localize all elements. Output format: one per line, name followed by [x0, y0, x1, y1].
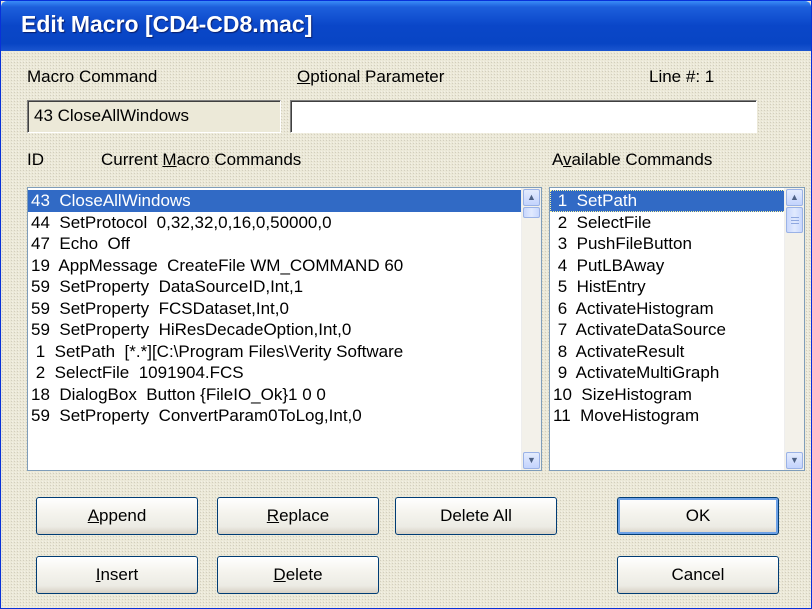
current-macro-commands-label: Current Macro Commands	[101, 150, 302, 169]
current-macro-command-item[interactable]: 1 SetPath [*.*][C:\Program Files\Verity …	[28, 341, 541, 363]
available-command-item[interactable]: 4 PutLBAway	[550, 255, 804, 277]
macro-command-value: 43 CloseAllWindows	[34, 106, 189, 125]
available-command-item[interactable]: 3 PushFileButton	[550, 233, 804, 255]
current-macro-command-item[interactable]: 19 AppMessage CreateFile WM_COMMAND 60	[28, 255, 541, 277]
available-command-item[interactable]: 9 ActivateMultiGraph	[550, 362, 804, 384]
available-command-item[interactable]: 1 SetPath	[550, 190, 804, 212]
scroll-up-arrow-icon[interactable]: ▲	[786, 189, 803, 206]
available-command-item[interactable]: 11 MoveHistogram	[550, 405, 804, 427]
current-macro-command-item[interactable]: 2 SelectFile 1091904.FCS	[28, 362, 541, 384]
ok-button[interactable]: OK	[617, 497, 779, 535]
current-macro-command-item[interactable]: 47 Echo Off	[28, 233, 541, 255]
optional-parameter-input[interactable]	[290, 100, 757, 133]
available-list-scrollbar[interactable]: ▲ ▼	[784, 188, 804, 470]
available-command-item[interactable]: 6 ActivateHistogram	[550, 298, 804, 320]
current-macro-command-item[interactable]: 43 CloseAllWindows	[28, 190, 541, 212]
title-bar[interactable]: Edit Macro [CD4-CD8.mac]	[1, 1, 811, 51]
line-number-label: Line #: 1	[649, 67, 715, 86]
scroll-down-arrow-icon[interactable]: ▼	[523, 452, 540, 469]
current-macro-command-item[interactable]: 59 SetProperty DataSourceID,Int,1	[28, 276, 541, 298]
current-macro-command-item[interactable]: 59 SetProperty HiResDecadeOption,Int,0	[28, 319, 541, 341]
current-macro-commands-list[interactable]: 43 CloseAllWindows 44 SetProtocol 0,32,32…	[27, 187, 542, 471]
available-command-item[interactable]: 10 SizeHistogram	[550, 384, 804, 406]
current-macro-command-item[interactable]: 18 DialogBox Button {FileIO_Ok}1 0 0	[28, 384, 541, 406]
id-column-label: ID	[27, 150, 44, 169]
current-list-scrollbar[interactable]: ▲ ▼	[521, 188, 541, 470]
current-macro-command-item[interactable]: 59 SetProperty FCSDataset,Int,0	[28, 298, 541, 320]
available-command-item[interactable]: 7 ActivateDataSource	[550, 319, 804, 341]
optional-parameter-label: Optional Parameter	[297, 67, 445, 86]
macro-command-field: 43 CloseAllWindows	[27, 100, 281, 133]
append-button[interactable]: Append	[36, 497, 198, 535]
edit-macro-dialog: Edit Macro [CD4-CD8.mac] Macro Command O…	[0, 0, 812, 609]
current-macro-commands-items: 43 CloseAllWindows 44 SetProtocol 0,32,32…	[28, 188, 541, 427]
scroll-down-arrow-icon[interactable]: ▼	[786, 452, 803, 469]
available-command-item[interactable]: 8 ActivateResult	[550, 341, 804, 363]
delete-all-button[interactable]: Delete All	[395, 497, 557, 535]
available-command-item[interactable]: 5 HistEntry	[550, 276, 804, 298]
current-macro-command-item[interactable]: 59 SetProperty ConvertParam0ToLog,Int,0	[28, 405, 541, 427]
available-list-scroll-thumb[interactable]	[786, 207, 803, 233]
available-commands-label: Available Commands	[552, 150, 713, 169]
scroll-up-arrow-icon[interactable]: ▲	[523, 189, 540, 206]
current-list-scroll-thumb[interactable]	[523, 207, 540, 218]
insert-button[interactable]: Insert	[36, 556, 198, 594]
available-command-item[interactable]: 2 SelectFile	[550, 212, 804, 234]
available-commands-items: 1 SetPath 2 SelectFile 3 PushFileButton …	[550, 188, 804, 427]
replace-button[interactable]: Replace	[217, 497, 379, 535]
window-title: Edit Macro [CD4-CD8.mac]	[21, 11, 313, 37]
current-macro-command-item[interactable]: 44 SetProtocol 0,32,32,0,16,0,50000,0	[28, 212, 541, 234]
cancel-button[interactable]: Cancel	[617, 556, 779, 594]
available-commands-list[interactable]: 1 SetPath 2 SelectFile 3 PushFileButton …	[549, 187, 805, 471]
macro-command-label: Macro Command	[27, 67, 158, 86]
delete-button[interactable]: Delete	[217, 556, 379, 594]
